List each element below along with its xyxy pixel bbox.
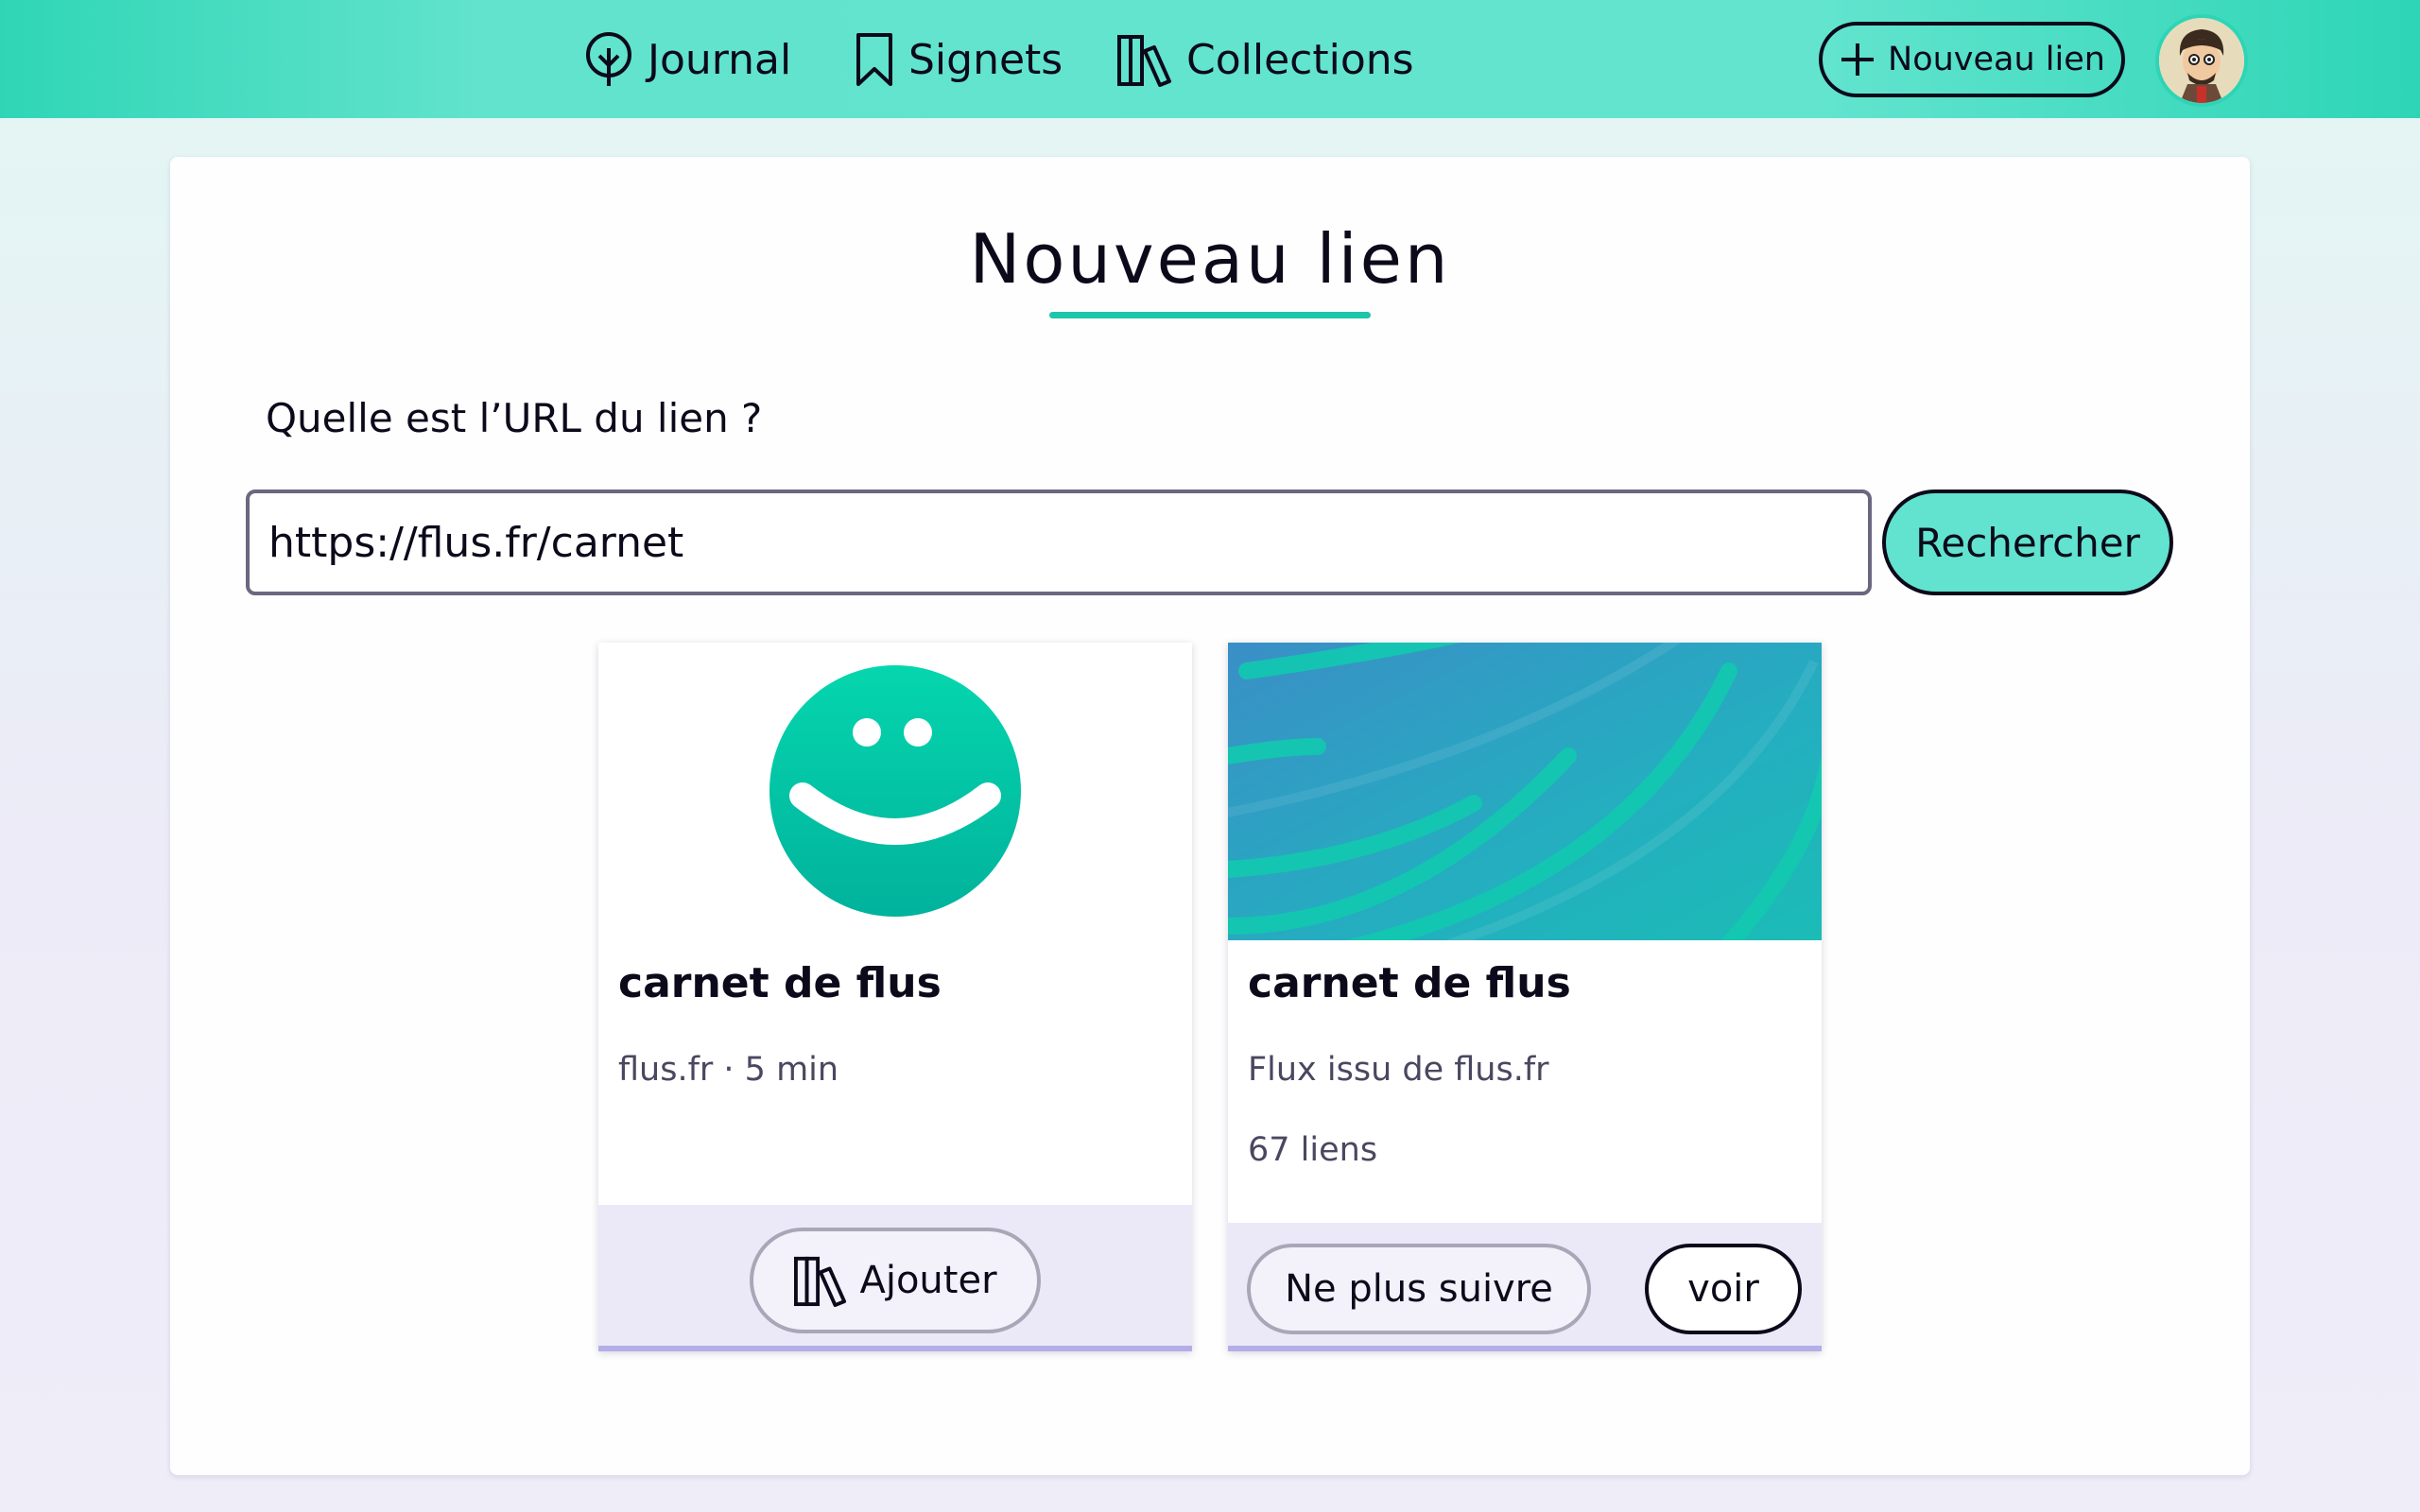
feed-card-footer: Ne plus suivre voir (1228, 1223, 1822, 1351)
collections-icon (1117, 35, 1171, 87)
user-avatar[interactable] (2155, 14, 2248, 107)
nav-collections-label: Collections (1186, 35, 1414, 84)
view-feed-button[interactable]: voir (1645, 1244, 1802, 1334)
feed-result-card[interactable]: carnet de flus Flux issu de flus.fr 67 l… (1228, 643, 1822, 1351)
feed-banner-image (1228, 643, 1822, 940)
link-card-footer: Ajouter (598, 1205, 1192, 1351)
collections-icon (794, 1256, 847, 1307)
url-input[interactable] (246, 490, 1872, 595)
top-header: Journal Signets Collections Nouveau lien (0, 0, 2420, 118)
link-result-card[interactable]: carnet de flus flus.fr · 5 min Ajouter (598, 643, 1192, 1351)
link-title[interactable]: carnet de flus (618, 959, 942, 1007)
nav-signets-label: Signets (908, 35, 1063, 84)
nav-collections[interactable]: Collections (1116, 26, 1414, 93)
bookmark-icon (856, 33, 892, 86)
plus-icon (1841, 43, 1875, 76)
nav-journal-label: Journal (648, 35, 792, 84)
unfollow-button[interactable]: Ne plus suivre (1247, 1244, 1591, 1334)
page-title: Nouveau lien (969, 219, 1451, 299)
link-meta: flus.fr · 5 min (618, 1051, 839, 1089)
main-panel (170, 157, 2250, 1475)
avatar-portrait-icon (2159, 18, 2244, 103)
search-button[interactable]: Rechercher (1882, 490, 2173, 595)
new-link-button-label: Nouveau lien (1888, 41, 2105, 78)
url-label: Quelle est l’URL du lien ? (266, 395, 763, 441)
nav-signets[interactable]: Signets (854, 26, 1063, 93)
title-underline (1049, 312, 1371, 318)
view-button-label: voir (1687, 1267, 1759, 1311)
add-button-label: Ajouter (859, 1259, 997, 1302)
feed-description: Flux issu de flus.fr (1248, 1051, 1549, 1089)
tree-icon (586, 32, 631, 86)
new-link-button[interactable]: Nouveau lien (1819, 22, 2125, 97)
nav-journal[interactable]: Journal (583, 26, 791, 93)
feed-link-count: 67 liens (1248, 1131, 1378, 1169)
unfollow-button-label: Ne plus suivre (1285, 1267, 1553, 1311)
feed-title[interactable]: carnet de flus (1248, 959, 1571, 1007)
add-to-collection-button[interactable]: Ajouter (750, 1228, 1041, 1333)
flus-logo-image (598, 643, 1192, 940)
